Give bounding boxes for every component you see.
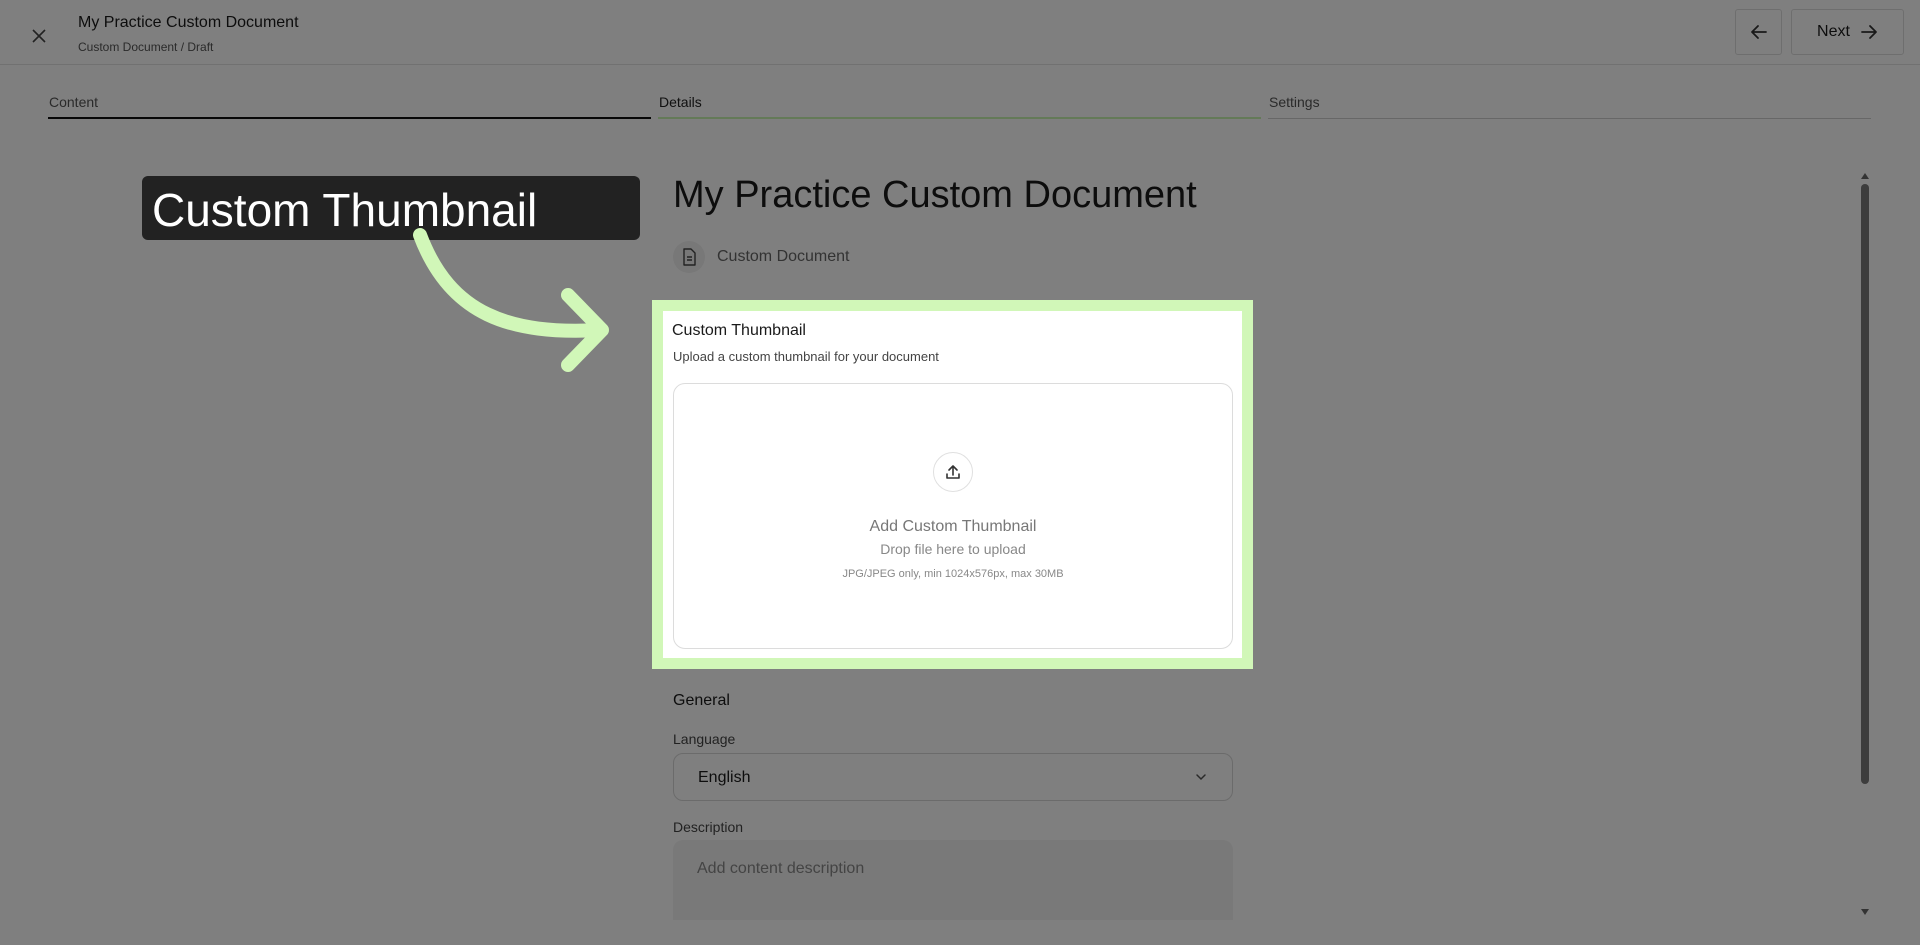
close-button[interactable] [22,19,56,53]
language-select[interactable]: English [673,753,1233,801]
callout-arrow [413,228,609,372]
description-label: Description [673,819,744,835]
upload-icon [946,465,960,479]
arrow-left-icon [1750,25,1767,39]
next-button-label: Next [1817,23,1850,40]
description-placeholder: Add content description [697,860,865,877]
next-button[interactable]: Next [1791,9,1904,55]
arrow-right-icon [1861,25,1877,39]
dropzone-hint: JPG/JPEG only, min 1024x576px, max 30MB [842,568,1064,580]
dropzone-title: Add Custom Thumbnail [869,518,1037,535]
step-tab-content[interactable]: Content [48,94,651,119]
step-tab-settings[interactable]: Settings [1268,94,1871,119]
general-heading: General [673,692,730,709]
scrollbar-thumb[interactable] [1861,184,1869,784]
chevron-down-icon [1196,774,1206,781]
back-button[interactable] [1735,9,1782,55]
document-title: My Practice Custom Document [78,14,299,31]
document-icon [673,241,705,273]
upload-button[interactable] [933,452,973,492]
content-type-row: Custom Document [673,241,850,273]
step-tab-details[interactable]: Details [658,94,1261,119]
scroll-down-arrow[interactable] [1858,906,1872,918]
custom-thumbnail-description: Upload a custom thumbnail for your docum… [673,349,939,364]
dropzone-subtitle: Drop file here to upload [880,541,1026,557]
description-textarea[interactable]: Add content description [673,840,1233,920]
page-title: My Practice Custom Document [673,174,1197,216]
breadcrumb: Custom Document / Draft [78,40,214,54]
scroll-up-arrow[interactable] [1858,170,1872,182]
language-value: English [698,769,751,786]
custom-thumbnail-heading: Custom Thumbnail [672,322,806,339]
close-icon [32,29,46,43]
top-header: My Practice Custom Document Custom Docum… [0,0,1920,65]
thumbnail-dropzone[interactable]: Add Custom Thumbnail Drop file here to u… [673,383,1233,649]
language-label: Language [673,731,736,747]
content-type-label: Custom Document [717,248,850,265]
